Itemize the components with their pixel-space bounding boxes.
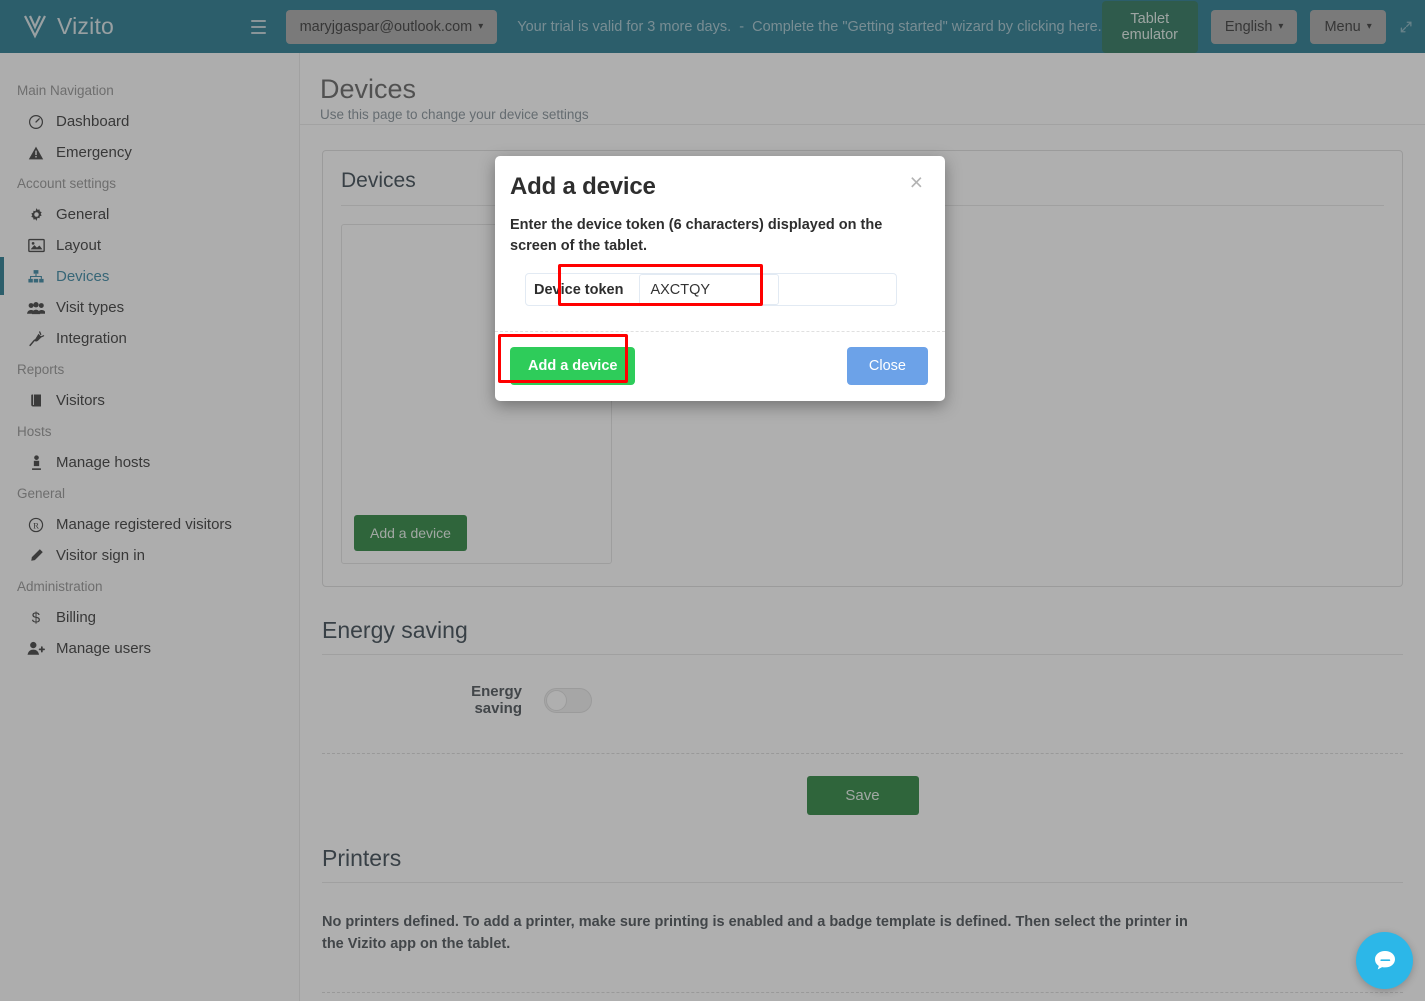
chat-widget-button[interactable] — [1356, 932, 1413, 989]
chat-bubble-icon — [1371, 947, 1399, 975]
modal-close-button[interactable]: Close — [847, 347, 928, 385]
modal-footer: Add a device Close — [495, 331, 945, 385]
device-token-label: Device token — [526, 274, 639, 305]
device-token-input[interactable] — [639, 274, 779, 305]
modal-add-device-button[interactable]: Add a device — [510, 347, 635, 385]
add-device-modal: × Add a device Enter the device token (6… — [495, 156, 945, 401]
modal-backdrop[interactable] — [0, 0, 1425, 1001]
device-token-group: Device token — [525, 273, 897, 306]
app-root: Vizito maryjgaspar@outlook.com▾ Your tri… — [0, 0, 1425, 1001]
close-icon[interactable]: × — [904, 170, 929, 195]
modal-title: Add a device — [510, 173, 928, 201]
modal-body: × Add a device Enter the device token (6… — [495, 156, 945, 306]
device-token-row: Device token — [510, 273, 928, 306]
modal-description: Enter the device token (6 characters) di… — [510, 215, 920, 257]
